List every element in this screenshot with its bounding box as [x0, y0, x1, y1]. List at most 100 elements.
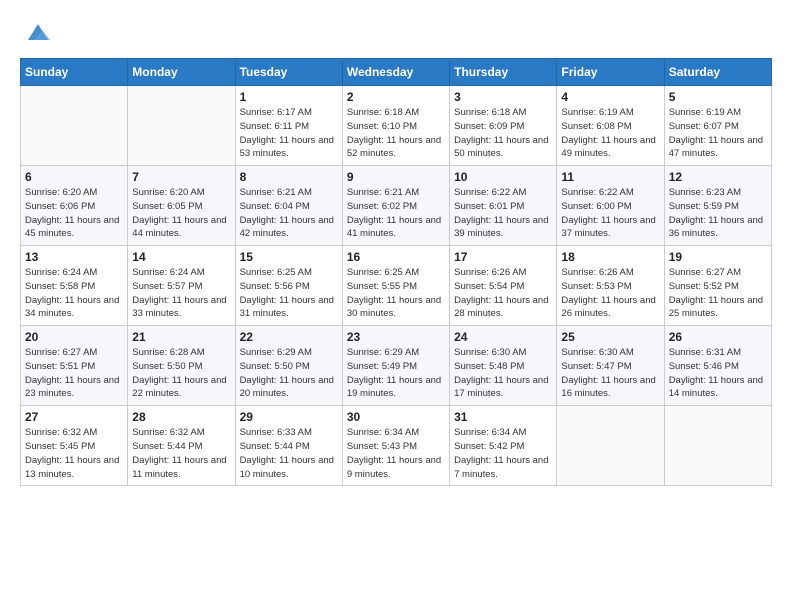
- weekday-header-saturday: Saturday: [664, 59, 771, 86]
- weekday-header-friday: Friday: [557, 59, 664, 86]
- calendar-cell: 21 Sunrise: 6:28 AM Sunset: 5:50 PM Dayli…: [128, 326, 235, 406]
- weekday-header-thursday: Thursday: [450, 59, 557, 86]
- day-number: 27: [25, 410, 123, 424]
- calendar-cell: [557, 406, 664, 486]
- week-row-4: 20 Sunrise: 6:27 AM Sunset: 5:51 PM Dayli…: [21, 326, 772, 406]
- calendar-cell: 2 Sunrise: 6:18 AM Sunset: 6:10 PM Daylig…: [342, 86, 449, 166]
- calendar-cell: 23 Sunrise: 6:29 AM Sunset: 5:49 PM Dayli…: [342, 326, 449, 406]
- calendar-cell: 6 Sunrise: 6:20 AM Sunset: 6:06 PM Daylig…: [21, 166, 128, 246]
- logo: [20, 18, 52, 46]
- day-info: Sunrise: 6:23 AM Sunset: 5:59 PM Dayligh…: [669, 186, 767, 241]
- day-number: 8: [240, 170, 338, 184]
- day-number: 26: [669, 330, 767, 344]
- calendar-cell: 13Sunrise: 6:24 AM Sunset: 5:58 PM Dayli…: [21, 246, 128, 326]
- calendar-cell: 12 Sunrise: 6:23 AM Sunset: 5:59 PM Dayli…: [664, 166, 771, 246]
- day-info: Sunrise: 6:25 AM Sunset: 5:55 PM Dayligh…: [347, 266, 445, 321]
- calendar-table: SundayMondayTuesdayWednesdayThursdayFrid…: [20, 58, 772, 486]
- day-info: Sunrise: 6:27 AM Sunset: 5:51 PM Dayligh…: [25, 346, 123, 401]
- day-number: 13: [25, 250, 123, 264]
- weekday-header-monday: Monday: [128, 59, 235, 86]
- day-number: 2: [347, 90, 445, 104]
- day-number: 16: [347, 250, 445, 264]
- header: [20, 18, 772, 46]
- day-number: 21: [132, 330, 230, 344]
- calendar-cell: [664, 406, 771, 486]
- calendar-cell: 29 Sunrise: 6:33 AM Sunset: 5:44 PM Dayli…: [235, 406, 342, 486]
- day-number: 6: [25, 170, 123, 184]
- day-number: 10: [454, 170, 552, 184]
- calendar-cell: 8 Sunrise: 6:21 AM Sunset: 6:04 PM Daylig…: [235, 166, 342, 246]
- calendar-cell: 18 Sunrise: 6:26 AM Sunset: 5:53 PM Dayli…: [557, 246, 664, 326]
- calendar-cell: 9 Sunrise: 6:21 AM Sunset: 6:02 PM Daylig…: [342, 166, 449, 246]
- calendar-cell: 7 Sunrise: 6:20 AM Sunset: 6:05 PM Daylig…: [128, 166, 235, 246]
- day-info: Sunrise: 6:22 AM Sunset: 6:01 PM Dayligh…: [454, 186, 552, 241]
- day-number: 24: [454, 330, 552, 344]
- calendar-cell: [128, 86, 235, 166]
- calendar-cell: 27 Sunrise: 6:32 AM Sunset: 5:45 PM Dayli…: [21, 406, 128, 486]
- day-number: 18: [561, 250, 659, 264]
- day-number: 20: [25, 330, 123, 344]
- day-info: Sunrise: 6:19 AM Sunset: 6:08 PM Dayligh…: [561, 106, 659, 161]
- day-number: 28: [132, 410, 230, 424]
- calendar-cell: 10 Sunrise: 6:22 AM Sunset: 6:01 PM Dayli…: [450, 166, 557, 246]
- day-number: 25: [561, 330, 659, 344]
- day-info: Sunrise: 6:30 AM Sunset: 5:48 PM Dayligh…: [454, 346, 552, 401]
- day-info: Sunrise: 6:33 AM Sunset: 5:44 PM Dayligh…: [240, 426, 338, 481]
- calendar-cell: 22 Sunrise: 6:29 AM Sunset: 5:50 PM Dayli…: [235, 326, 342, 406]
- calendar-cell: 4 Sunrise: 6:19 AM Sunset: 6:08 PM Daylig…: [557, 86, 664, 166]
- day-info: Sunrise: 6:29 AM Sunset: 5:50 PM Dayligh…: [240, 346, 338, 401]
- week-row-1: 1 Sunrise: 6:17 AM Sunset: 6:11 PM Daylig…: [21, 86, 772, 166]
- day-number: 1: [240, 90, 338, 104]
- day-number: 15: [240, 250, 338, 264]
- day-info: Sunrise: 6:26 AM Sunset: 5:53 PM Dayligh…: [561, 266, 659, 321]
- day-number: 31: [454, 410, 552, 424]
- day-info: Sunrise: 6:21 AM Sunset: 6:04 PM Dayligh…: [240, 186, 338, 241]
- week-row-2: 6 Sunrise: 6:20 AM Sunset: 6:06 PM Daylig…: [21, 166, 772, 246]
- day-number: 14: [132, 250, 230, 264]
- week-row-3: 13Sunrise: 6:24 AM Sunset: 5:58 PM Dayli…: [21, 246, 772, 326]
- day-info: Sunrise: 6:28 AM Sunset: 5:50 PM Dayligh…: [132, 346, 230, 401]
- day-number: 5: [669, 90, 767, 104]
- weekday-header-row: SundayMondayTuesdayWednesdayThursdayFrid…: [21, 59, 772, 86]
- day-info: Sunrise: 6:34 AM Sunset: 5:42 PM Dayligh…: [454, 426, 552, 481]
- day-info: Sunrise: 6:20 AM Sunset: 6:06 PM Dayligh…: [25, 186, 123, 241]
- calendar-cell: 25 Sunrise: 6:30 AM Sunset: 5:47 PM Dayli…: [557, 326, 664, 406]
- day-number: 7: [132, 170, 230, 184]
- day-info: Sunrise: 6:21 AM Sunset: 6:02 PM Dayligh…: [347, 186, 445, 241]
- day-info: Sunrise: 6:24 AM Sunset: 5:57 PM Dayligh…: [132, 266, 230, 321]
- day-info: Sunrise: 6:22 AM Sunset: 6:00 PM Dayligh…: [561, 186, 659, 241]
- day-info: Sunrise: 6:18 AM Sunset: 6:10 PM Dayligh…: [347, 106, 445, 161]
- day-info: Sunrise: 6:25 AM Sunset: 5:56 PM Dayligh…: [240, 266, 338, 321]
- calendar-cell: 3Sunrise: 6:18 AM Sunset: 6:09 PM Daylig…: [450, 86, 557, 166]
- calendar-cell: 28 Sunrise: 6:32 AM Sunset: 5:44 PM Dayli…: [128, 406, 235, 486]
- calendar-cell: 31 Sunrise: 6:34 AM Sunset: 5:42 PM Dayli…: [450, 406, 557, 486]
- week-row-5: 27 Sunrise: 6:32 AM Sunset: 5:45 PM Dayli…: [21, 406, 772, 486]
- day-info: Sunrise: 6:26 AM Sunset: 5:54 PM Dayligh…: [454, 266, 552, 321]
- day-number: 19: [669, 250, 767, 264]
- day-info: Sunrise: 6:32 AM Sunset: 5:44 PM Dayligh…: [132, 426, 230, 481]
- day-info: Sunrise: 6:20 AM Sunset: 6:05 PM Dayligh…: [132, 186, 230, 241]
- day-number: 12: [669, 170, 767, 184]
- day-number: 11: [561, 170, 659, 184]
- day-number: 9: [347, 170, 445, 184]
- calendar-cell: 5Sunrise: 6:19 AM Sunset: 6:07 PM Daylig…: [664, 86, 771, 166]
- calendar-cell: 30Sunrise: 6:34 AM Sunset: 5:43 PM Dayli…: [342, 406, 449, 486]
- day-info: Sunrise: 6:32 AM Sunset: 5:45 PM Dayligh…: [25, 426, 123, 481]
- calendar-cell: 15 Sunrise: 6:25 AM Sunset: 5:56 PM Dayli…: [235, 246, 342, 326]
- day-number: 23: [347, 330, 445, 344]
- day-info: Sunrise: 6:18 AM Sunset: 6:09 PM Dayligh…: [454, 106, 552, 161]
- calendar-page: SundayMondayTuesdayWednesdayThursdayFrid…: [0, 0, 792, 612]
- calendar-cell: 20 Sunrise: 6:27 AM Sunset: 5:51 PM Dayli…: [21, 326, 128, 406]
- day-info: Sunrise: 6:30 AM Sunset: 5:47 PM Dayligh…: [561, 346, 659, 401]
- day-info: Sunrise: 6:27 AM Sunset: 5:52 PM Dayligh…: [669, 266, 767, 321]
- calendar-cell: 16 Sunrise: 6:25 AM Sunset: 5:55 PM Dayli…: [342, 246, 449, 326]
- calendar-cell: [21, 86, 128, 166]
- calendar-cell: 24 Sunrise: 6:30 AM Sunset: 5:48 PM Dayli…: [450, 326, 557, 406]
- calendar-cell: 19 Sunrise: 6:27 AM Sunset: 5:52 PM Dayli…: [664, 246, 771, 326]
- day-number: 4: [561, 90, 659, 104]
- day-number: 30: [347, 410, 445, 424]
- day-info: Sunrise: 6:17 AM Sunset: 6:11 PM Dayligh…: [240, 106, 338, 161]
- day-info: Sunrise: 6:29 AM Sunset: 5:49 PM Dayligh…: [347, 346, 445, 401]
- day-number: 22: [240, 330, 338, 344]
- day-number: 29: [240, 410, 338, 424]
